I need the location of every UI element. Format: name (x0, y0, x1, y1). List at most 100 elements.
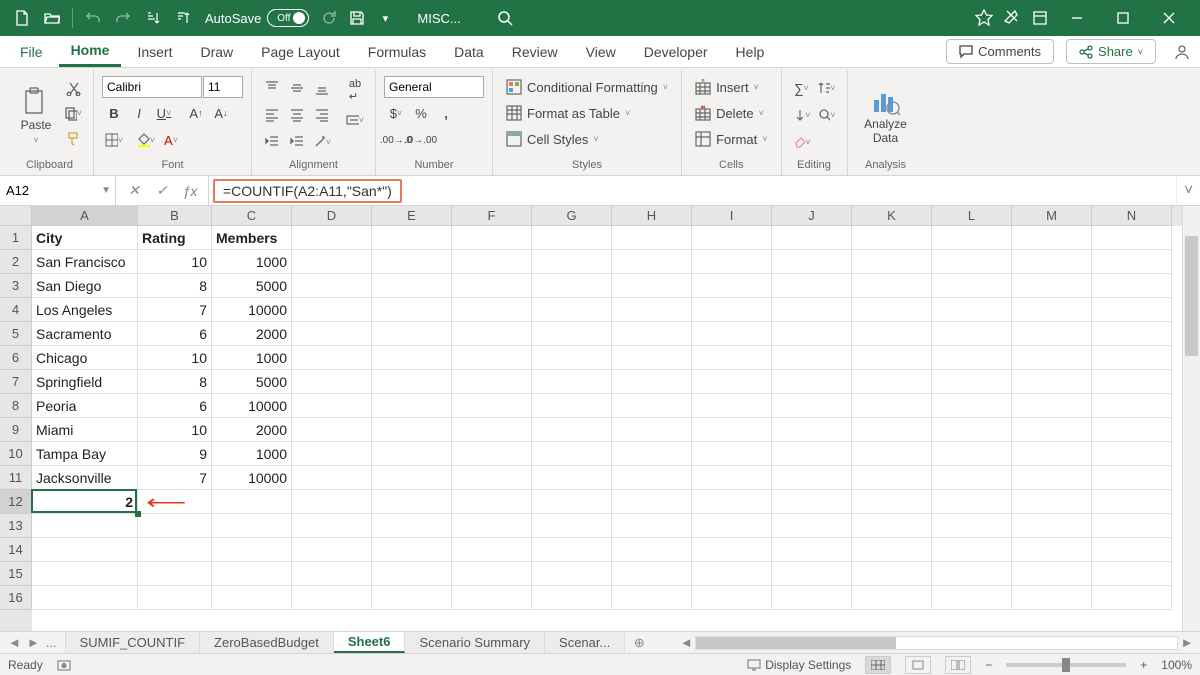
cell[interactable] (932, 418, 1012, 442)
vertical-scrollbar[interactable] (1182, 206, 1200, 631)
cell[interactable] (292, 490, 372, 514)
cell[interactable] (772, 514, 852, 538)
col-header-B[interactable]: B (138, 206, 212, 226)
cell[interactable]: 10000 (212, 394, 292, 418)
cell[interactable] (612, 514, 692, 538)
cell[interactable] (772, 250, 852, 274)
cell[interactable] (452, 586, 532, 610)
cell[interactable] (1012, 514, 1092, 538)
cell[interactable]: 2 (32, 490, 138, 514)
cell[interactable] (612, 370, 692, 394)
col-header-L[interactable]: L (932, 206, 1012, 226)
cell[interactable] (212, 514, 292, 538)
tab-draw[interactable]: Draw (188, 36, 245, 67)
tab-insert[interactable]: Insert (125, 36, 184, 67)
tab-page-layout[interactable]: Page Layout (249, 36, 352, 67)
cell[interactable] (292, 514, 372, 538)
row-header-1[interactable]: 1 (0, 226, 32, 250)
cut-icon[interactable] (61, 76, 85, 100)
cell[interactable] (692, 490, 772, 514)
sheet-tab[interactable]: Scenario Summary (405, 632, 545, 653)
cell[interactable] (1092, 418, 1172, 442)
cell[interactable] (292, 586, 372, 610)
increase-font-icon[interactable]: A↑ (184, 101, 208, 125)
cell[interactable] (1012, 322, 1092, 346)
cell[interactable] (852, 418, 932, 442)
cell[interactable] (852, 370, 932, 394)
number-format-select[interactable] (384, 76, 484, 98)
cell[interactable] (138, 514, 212, 538)
clear-icon[interactable] (790, 130, 814, 154)
cell[interactable] (852, 466, 932, 490)
cell[interactable] (692, 466, 772, 490)
cell[interactable]: Los Angeles (32, 298, 138, 322)
cell[interactable] (692, 562, 772, 586)
cell[interactable] (212, 562, 292, 586)
row-header-10[interactable]: 10 (0, 442, 32, 466)
cell[interactable] (1012, 538, 1092, 562)
cell[interactable] (772, 538, 852, 562)
col-header-A[interactable]: A (32, 206, 138, 226)
align-left-icon[interactable] (260, 103, 284, 127)
cell[interactable] (292, 322, 372, 346)
cell[interactable] (932, 274, 1012, 298)
autosave-toggle[interactable]: AutoSave Off (205, 9, 309, 27)
cell[interactable] (372, 322, 452, 346)
cell[interactable] (612, 490, 692, 514)
row-header-5[interactable]: 5 (0, 322, 32, 346)
name-box[interactable]: A12▼ (0, 176, 116, 205)
cell[interactable] (452, 562, 532, 586)
row-header-2[interactable]: 2 (0, 250, 32, 274)
cell[interactable] (772, 370, 852, 394)
new-sheet-button[interactable]: ⊕ (625, 632, 653, 653)
row-header-8[interactable]: 8 (0, 394, 32, 418)
cell[interactable] (1092, 586, 1172, 610)
cell[interactable] (1012, 274, 1092, 298)
col-header-N[interactable]: N (1092, 206, 1172, 226)
merge-center-icon[interactable] (343, 108, 367, 132)
cell[interactable] (372, 514, 452, 538)
cell[interactable] (852, 514, 932, 538)
italic-button[interactable]: I (127, 101, 151, 125)
cell[interactable] (452, 322, 532, 346)
cell[interactable] (612, 298, 692, 322)
cell[interactable] (1012, 226, 1092, 250)
cell[interactable]: 10000 (212, 298, 292, 322)
cell[interactable]: 8 (138, 274, 212, 298)
cell[interactable]: 5000 (212, 274, 292, 298)
cell[interactable] (292, 442, 372, 466)
cell[interactable] (532, 586, 612, 610)
undo-icon[interactable] (79, 4, 107, 32)
premium-icon[interactable] (970, 4, 998, 32)
cell[interactable]: 2000 (212, 322, 292, 346)
close-button[interactable] (1146, 0, 1192, 36)
cell[interactable] (612, 274, 692, 298)
fill-color-icon[interactable] (134, 128, 158, 152)
cell[interactable] (372, 466, 452, 490)
cell[interactable] (1092, 490, 1172, 514)
cell[interactable] (692, 346, 772, 370)
cell[interactable] (292, 250, 372, 274)
cell[interactable] (452, 490, 532, 514)
row-header-16[interactable]: 16 (0, 586, 32, 610)
col-header-C[interactable]: C (212, 206, 292, 226)
font-color-icon[interactable]: A (159, 128, 183, 152)
cell[interactable] (372, 346, 452, 370)
cell[interactable] (372, 394, 452, 418)
cell[interactable] (452, 346, 532, 370)
cell[interactable] (612, 250, 692, 274)
cell[interactable] (932, 490, 1012, 514)
sheet-tab[interactable]: ZeroBasedBudget (200, 632, 334, 653)
col-header-E[interactable]: E (372, 206, 452, 226)
align-center-icon[interactable] (285, 103, 309, 127)
cell[interactable] (1092, 322, 1172, 346)
row-header-3[interactable]: 3 (0, 274, 32, 298)
cell[interactable] (532, 250, 612, 274)
cancel-formula-icon[interactable]: ✕ (120, 182, 148, 199)
account-icon[interactable] (1164, 36, 1200, 67)
cell[interactable] (452, 538, 532, 562)
paste-button[interactable]: Paste ˅ (14, 76, 58, 156)
cell[interactable] (452, 226, 532, 250)
cell[interactable] (532, 370, 612, 394)
tab-home[interactable]: Home (59, 36, 122, 67)
